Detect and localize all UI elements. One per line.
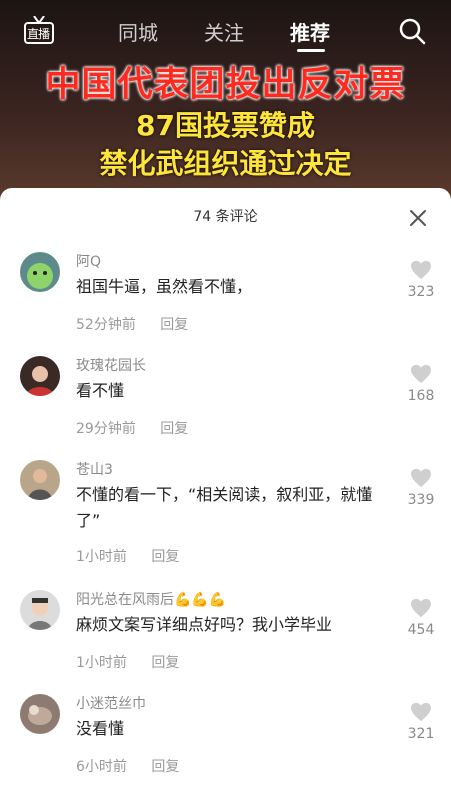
comment-text: 看不懂 bbox=[76, 381, 125, 400]
comment-meta: 29分钟前 回复 bbox=[76, 418, 188, 438]
like-count: 168 bbox=[407, 388, 435, 404]
comment-meta: 52分钟前 回复 bbox=[76, 314, 188, 334]
avatar[interactable] bbox=[20, 252, 60, 292]
heart-icon bbox=[411, 364, 431, 384]
live-label: 直播 bbox=[27, 27, 50, 41]
tab-recommended[interactable]: 推荐 bbox=[290, 17, 330, 46]
like-count: 321 bbox=[407, 726, 435, 742]
reply-button[interactable]: 回复 bbox=[160, 421, 188, 437]
comment-time: 52分钟前 bbox=[76, 317, 136, 333]
comments-sheet: 74 条评论 阿Q 祖国牛逼，虽然看不懂， 52分钟前 回复 323 玫瑰花园长… bbox=[0, 188, 451, 800]
heart-icon bbox=[411, 598, 431, 618]
like-button[interactable]: 168 bbox=[406, 364, 436, 404]
reply-button[interactable]: 回复 bbox=[160, 317, 188, 333]
reply-button[interactable]: 回复 bbox=[151, 655, 179, 671]
like-count: 339 bbox=[407, 492, 435, 508]
avatar[interactable] bbox=[20, 460, 60, 500]
comment-text: 没看懂 bbox=[76, 719, 125, 738]
comment-text: 祖国牛逼，虽然看不懂， bbox=[76, 277, 253, 296]
comment-meta: 1小时前 回复 bbox=[76, 546, 179, 566]
heart-icon bbox=[411, 260, 431, 280]
like-count: 323 bbox=[407, 284, 435, 300]
close-icon[interactable] bbox=[406, 206, 430, 230]
tab-local[interactable]: 同城 bbox=[118, 17, 158, 46]
live-button[interactable]: 直播 bbox=[24, 16, 56, 46]
avatar[interactable] bbox=[20, 694, 60, 734]
video-headline-2: 87国投票赞成 bbox=[136, 109, 315, 142]
avatar[interactable] bbox=[20, 356, 60, 396]
active-tab-indicator bbox=[297, 49, 325, 52]
reply-button[interactable]: 回复 bbox=[151, 549, 179, 565]
comment-username[interactable]: 苍山3 bbox=[76, 459, 113, 479]
comment-time: 1小时前 bbox=[76, 549, 127, 565]
comment-text: 不懂的看一下，“相关阅读，叙利亚，就懂了” bbox=[76, 485, 373, 530]
like-button[interactable]: 454 bbox=[406, 598, 436, 638]
comment-time: 6小时前 bbox=[76, 759, 127, 775]
like-count: 454 bbox=[407, 622, 435, 638]
search-icon[interactable] bbox=[398, 17, 426, 45]
video-headline-1: 中国代表团投出反对票 bbox=[45, 65, 406, 105]
comment-username[interactable]: 小迷范丝巾 bbox=[76, 693, 146, 713]
comment-meta: 1小时前 回复 bbox=[76, 652, 179, 672]
comment-text: 麻烦文案写详细点好吗？我小学毕业 bbox=[76, 615, 333, 634]
like-button[interactable]: 339 bbox=[406, 468, 436, 508]
heart-icon bbox=[411, 702, 431, 722]
comment-username[interactable]: 阿Q bbox=[76, 251, 101, 271]
tab-following[interactable]: 关注 bbox=[204, 17, 244, 46]
like-button[interactable]: 321 bbox=[406, 702, 436, 742]
like-button[interactable]: 323 bbox=[406, 260, 436, 300]
top-nav: 直播 同城 关注 推荐 bbox=[0, 0, 451, 60]
avatar[interactable] bbox=[20, 590, 60, 630]
comment-time: 29分钟前 bbox=[76, 421, 136, 437]
comment-time: 1小时前 bbox=[76, 655, 127, 671]
reply-button[interactable]: 回复 bbox=[151, 759, 179, 775]
comment-username[interactable]: 阳光总在风雨后💪💪💪 bbox=[76, 589, 226, 609]
comments-count-title: 74 条评论 bbox=[193, 209, 258, 225]
heart-icon bbox=[411, 468, 431, 488]
video-headline-3: 禁化武组织通过决定 bbox=[99, 147, 352, 180]
comment-username[interactable]: 玫瑰花园长 bbox=[76, 355, 146, 375]
comment-meta: 6小时前 回复 bbox=[76, 756, 179, 776]
